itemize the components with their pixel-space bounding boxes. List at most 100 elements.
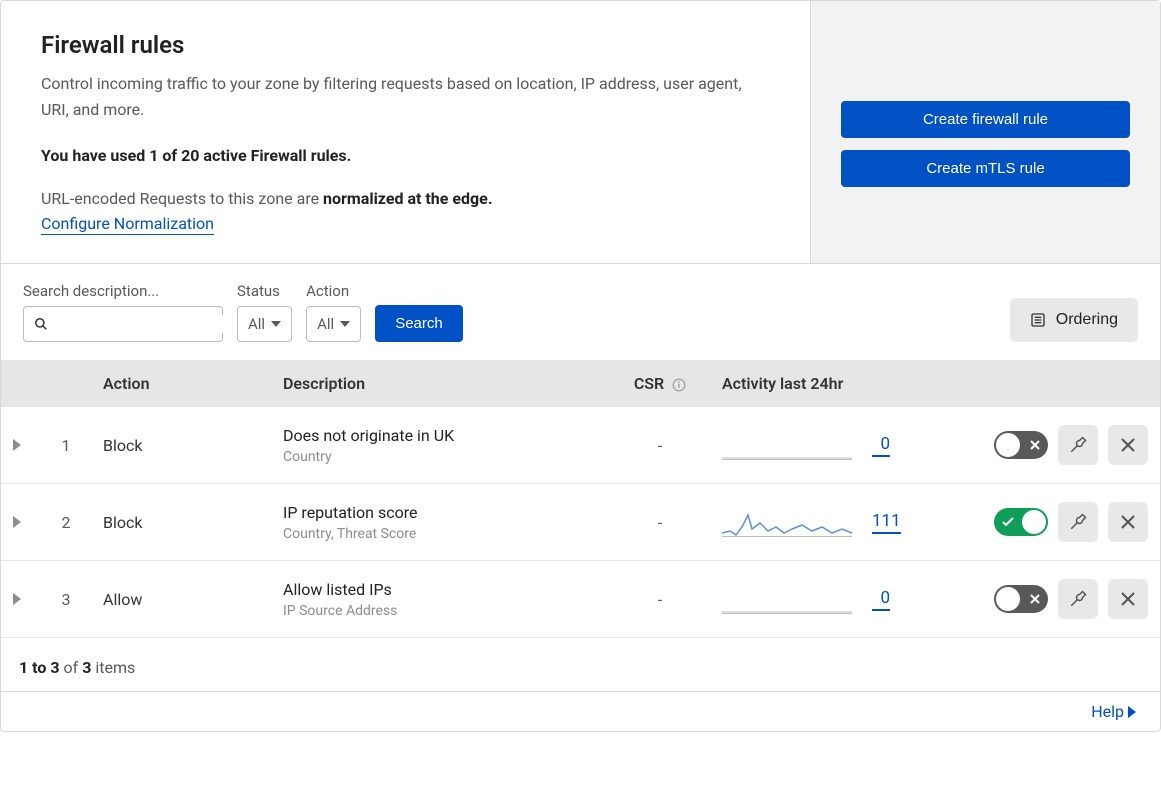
table-row: 2Block IP reputation score Country, Threat…	[1, 484, 1160, 561]
chevron-down-icon	[340, 321, 350, 327]
rule-subtitle: Country, Threat Score	[283, 526, 598, 542]
close-icon	[1121, 592, 1135, 606]
chevron-right-icon[interactable]	[13, 439, 21, 451]
pager-of: of	[60, 658, 83, 677]
info-icon[interactable]	[672, 378, 686, 392]
close-icon	[1121, 515, 1135, 529]
sparkline	[722, 507, 852, 537]
firewall-rules-panel: Firewall rules Control incoming traffic …	[0, 0, 1161, 732]
enable-toggle[interactable]	[994, 585, 1048, 613]
normalize-prefix: URL-encoded Requests to this zone are	[41, 189, 323, 208]
activity-count-link[interactable]: 0	[872, 434, 890, 457]
row-activity: 111	[710, 484, 940, 561]
page-description: Control incoming traffic to your zone by…	[41, 71, 761, 122]
row-description: Allow listed IPsIP Source Address	[271, 561, 610, 638]
usage-count: 1 of 20	[149, 146, 199, 165]
col-activity-header: Activity last 24hr	[710, 360, 940, 407]
usage-line: You have used 1 of 20 active Firewall ru…	[41, 146, 770, 165]
edit-button[interactable]	[1058, 502, 1098, 542]
table-footer: 1 to 3 of 3 items	[1, 638, 1160, 691]
x-icon	[1030, 440, 1040, 450]
configure-normalization-link[interactable]: Configure Normalization	[41, 214, 214, 235]
header-side: Create firewall rule Create mTLS rule	[810, 1, 1160, 263]
usage-suffix: active Firewall rules.	[199, 146, 351, 165]
row-description: Does not originate in UK Country	[271, 407, 610, 484]
rules-table: Action Description CSR Activity last 24h…	[1, 360, 1160, 638]
col-csr-header: CSR	[610, 360, 710, 407]
search-label: Search description...	[23, 282, 223, 300]
delete-button[interactable]	[1108, 425, 1148, 465]
action-select[interactable]: All	[306, 306, 361, 342]
list-icon	[1030, 312, 1046, 328]
edit-button[interactable]	[1058, 425, 1098, 465]
activity-count-link[interactable]: 111	[872, 511, 901, 534]
rule-title: Does not originate in UK	[283, 426, 598, 445]
search-icon	[34, 317, 48, 331]
row-controls	[940, 484, 1160, 561]
row-csr: -	[610, 561, 710, 638]
table-row: 1BlockDoes not originate in UKCountry-0	[1, 407, 1160, 484]
ordering-button[interactable]: Ordering	[1010, 298, 1138, 342]
header-main: Firewall rules Control incoming traffic …	[1, 1, 810, 263]
wrench-icon	[1069, 590, 1087, 608]
row-index: 1	[41, 407, 91, 484]
delete-button[interactable]	[1108, 502, 1148, 542]
col-action-header: Action	[91, 360, 271, 407]
help-row: Help	[1, 691, 1160, 731]
ordering-label: Ordering	[1056, 311, 1118, 329]
row-action: Block	[91, 484, 271, 561]
sparkline	[722, 430, 852, 460]
status-label: Status	[237, 282, 292, 300]
row-activity: 0	[710, 407, 940, 484]
row-controls	[940, 561, 1160, 638]
help-label: Help	[1091, 702, 1124, 721]
x-icon	[1030, 594, 1040, 604]
filters-bar: Search description... Status All Action …	[1, 263, 1160, 360]
usage-prefix: You have used	[41, 146, 149, 165]
row-controls	[940, 407, 1160, 484]
pager-text: 1 to 3 of 3 items	[19, 658, 135, 677]
help-link[interactable]: Help	[1091, 702, 1136, 721]
wrench-icon	[1069, 513, 1087, 531]
rule-title: IP reputation score	[283, 503, 598, 522]
create-mtls-rule-button[interactable]: Create mTLS rule	[841, 150, 1130, 187]
row-index: 2	[41, 484, 91, 561]
create-firewall-rule-button[interactable]: Create firewall rule	[841, 101, 1130, 138]
activity-count-link[interactable]: 0	[872, 588, 890, 611]
edit-button[interactable]	[1058, 579, 1098, 619]
row-action: Allow	[91, 561, 271, 638]
status-select[interactable]: All	[237, 306, 292, 342]
pager-total: 3	[82, 658, 91, 677]
chevron-right-icon	[1128, 706, 1136, 718]
pager-items: items	[91, 658, 135, 677]
search-box[interactable]	[23, 306, 223, 342]
normalize-line: URL-encoded Requests to this zone are no…	[41, 189, 770, 208]
normalize-bold: normalized at the edge.	[323, 189, 492, 208]
row-index: 3	[41, 561, 91, 638]
row-activity: 0	[710, 561, 940, 638]
row-csr: -	[610, 484, 710, 561]
rule-subtitle: IP Source Address	[283, 603, 598, 619]
col-index	[41, 360, 91, 407]
status-value: All	[248, 315, 265, 333]
pager-range: 1 to 3	[19, 658, 60, 677]
delete-button[interactable]	[1108, 579, 1148, 619]
page-title: Firewall rules	[41, 31, 770, 59]
search-input[interactable]	[56, 315, 241, 333]
csr-header-text: CSR	[634, 374, 664, 393]
check-icon	[1002, 517, 1014, 527]
status-group: Status All	[237, 282, 292, 342]
rule-subtitle: Country	[283, 449, 598, 465]
enable-toggle[interactable]	[994, 431, 1048, 459]
col-expand	[1, 360, 41, 407]
search-button[interactable]: Search	[375, 305, 463, 342]
wrench-icon	[1069, 436, 1087, 454]
chevron-right-icon[interactable]	[13, 593, 21, 605]
header-row: Firewall rules Control incoming traffic …	[1, 1, 1160, 263]
search-group: Search description...	[23, 282, 223, 342]
enable-toggle[interactable]	[994, 508, 1048, 536]
chevron-right-icon[interactable]	[13, 516, 21, 528]
sparkline	[722, 584, 852, 614]
row-description: IP reputation score Country, Threat Score	[271, 484, 610, 561]
action-filter-group: Action All	[306, 282, 361, 342]
